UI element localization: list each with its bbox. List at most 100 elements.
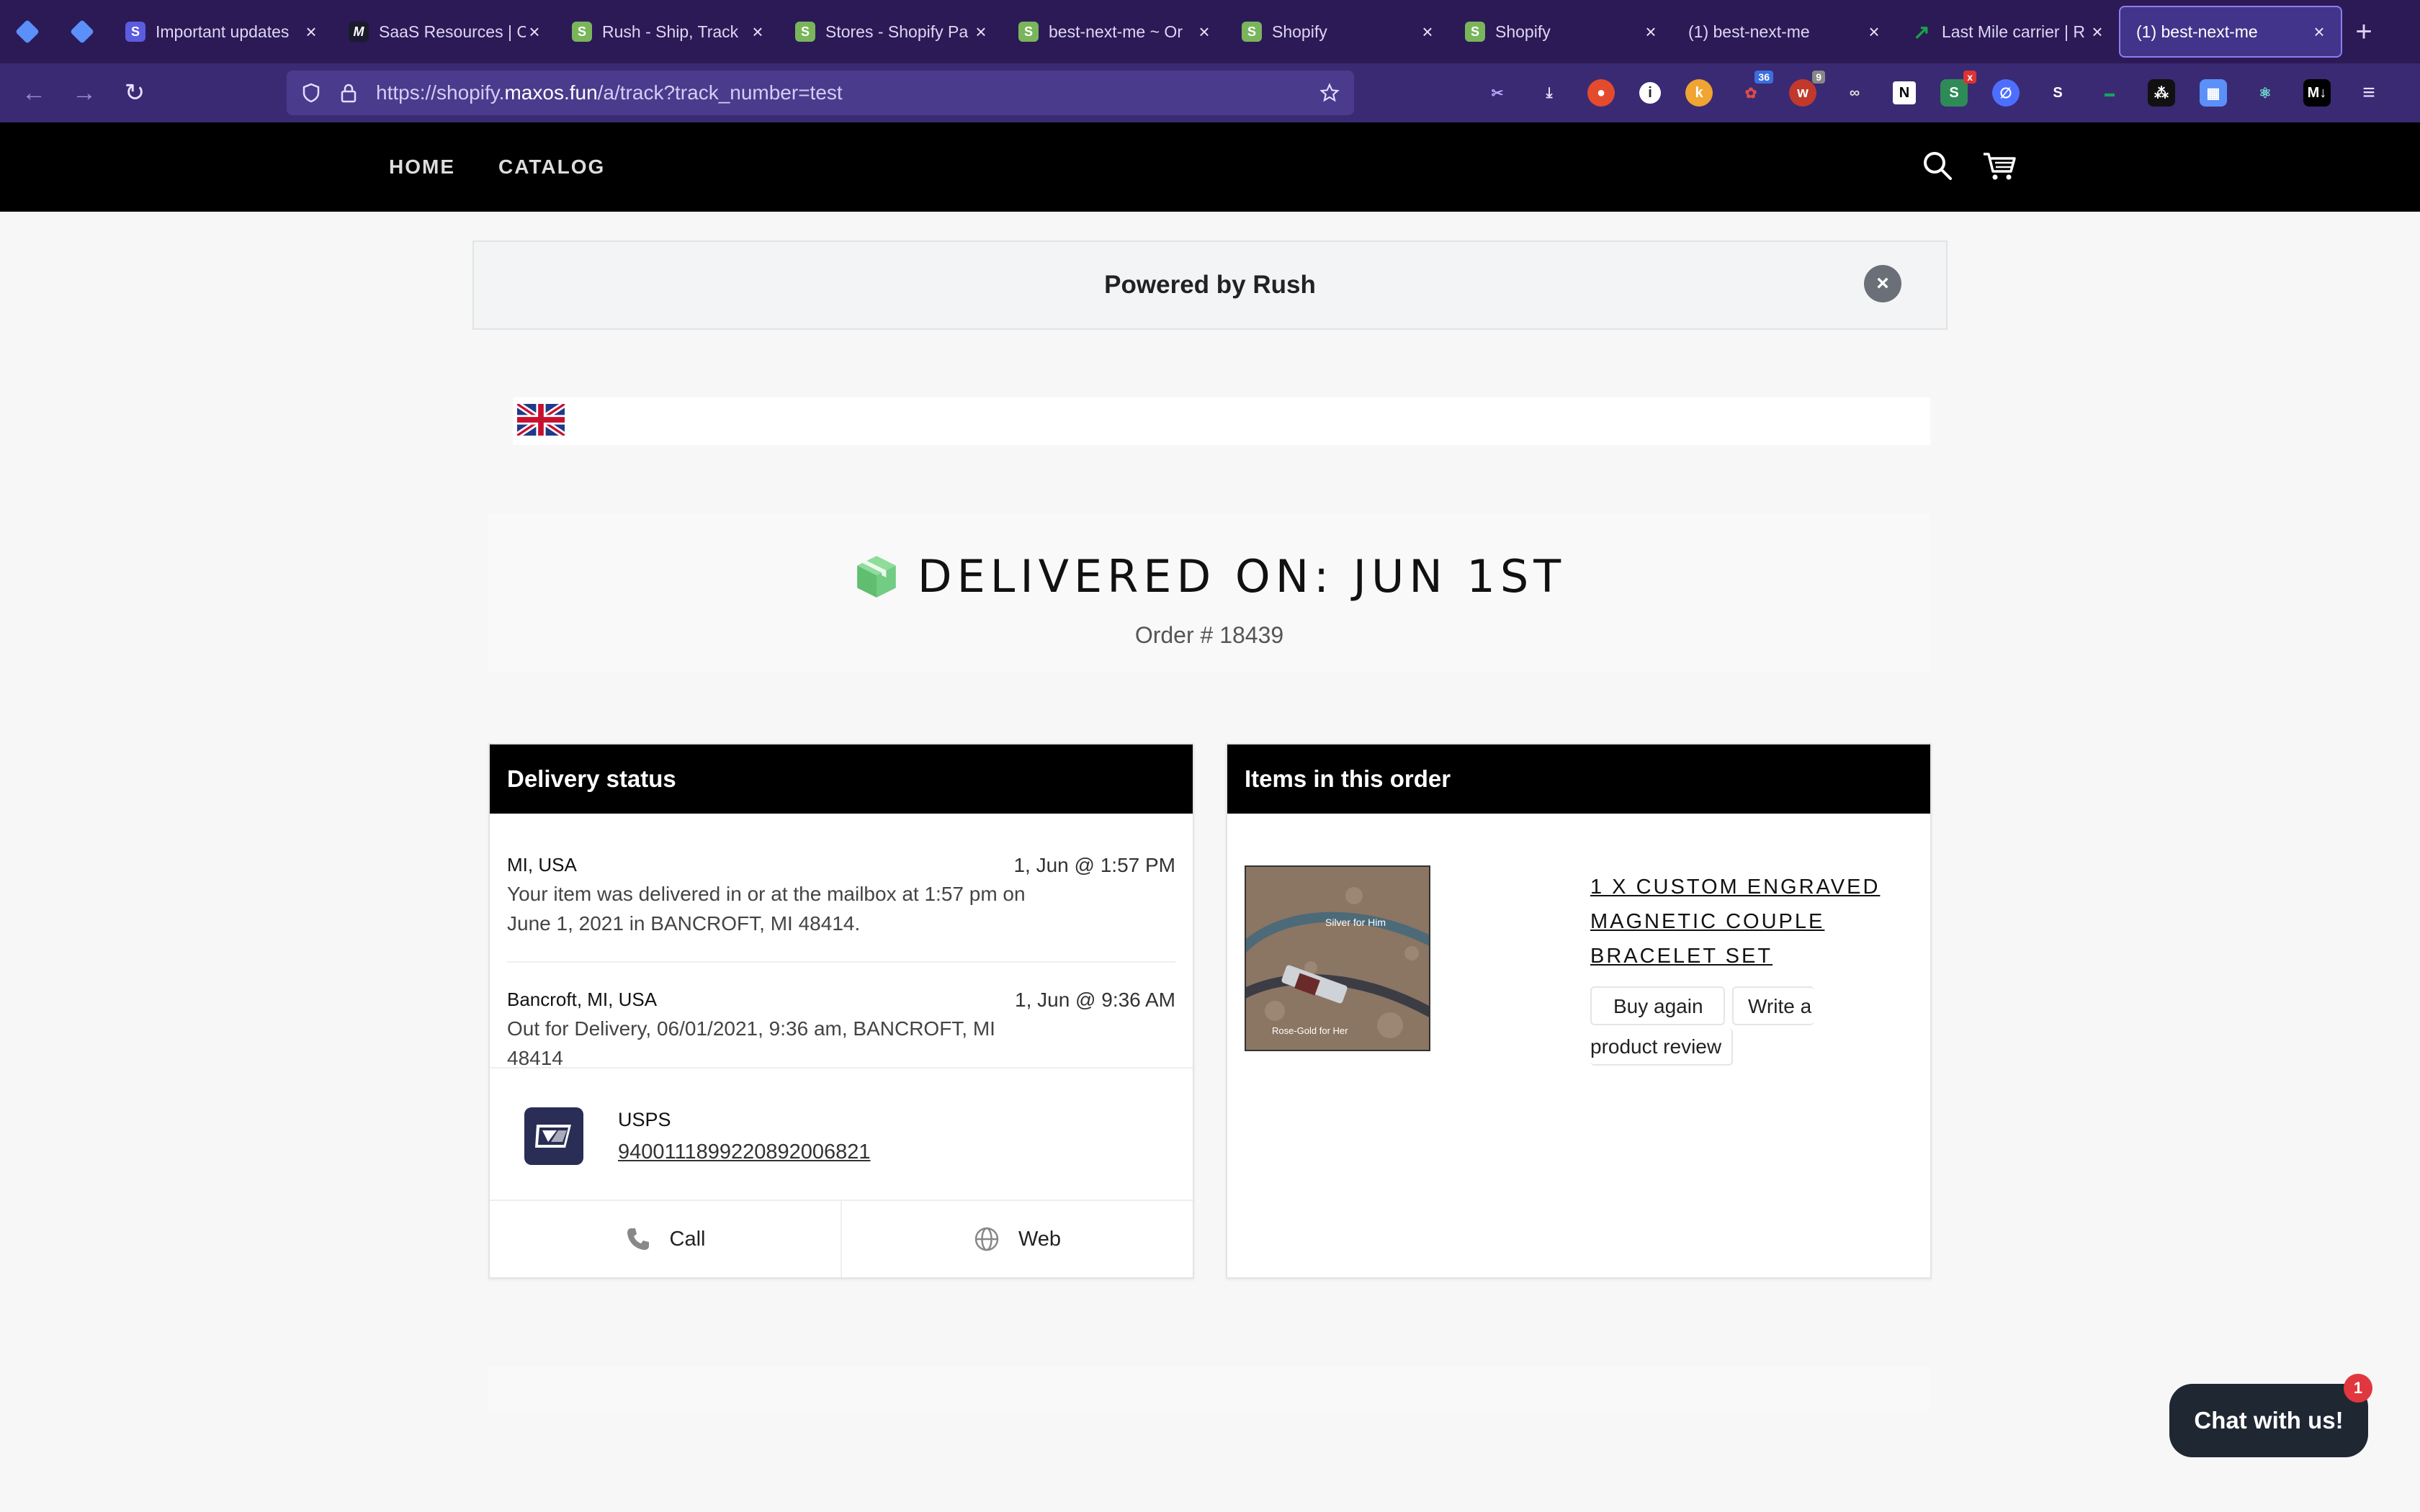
delivery-status-heading: Delivery status: [490, 744, 1193, 814]
download-icon[interactable]: ⤓: [1536, 79, 1563, 107]
forward-arrow-icon[interactable]: →: [59, 79, 109, 107]
extension-badge: 9: [1812, 71, 1825, 84]
buy-again-button[interactable]: Buy again: [1590, 986, 1725, 1025]
close-tab-icon[interactable]: ×: [2089, 21, 2106, 43]
write-review-button[interactable]: Write a: [1732, 986, 1815, 1025]
tracking-number-link[interactable]: 9400111899220892006821: [618, 1140, 871, 1164]
tab-label: Shopify: [1272, 22, 1327, 41]
tab-label: Important updates: [156, 22, 290, 41]
browser-tab-active[interactable]: (1) best-next-me ×: [2119, 6, 2342, 58]
shopify-favicon-icon: S: [572, 22, 592, 42]
close-tab-icon[interactable]: ×: [749, 21, 766, 43]
extension-icon[interactable]: Sx: [1940, 71, 1976, 107]
notion-icon[interactable]: N: [1893, 81, 1916, 104]
close-tab-icon[interactable]: ×: [1865, 21, 1883, 43]
close-tab-icon[interactable]: ×: [2311, 21, 2328, 43]
nav-link-catalog[interactable]: CATALOG: [498, 156, 605, 179]
delivery-status-card: Delivery status MI, USA 1, Jun @ 1:57 PM…: [488, 743, 1194, 1279]
browser-tab[interactable]: S Shopify ×: [1226, 0, 1449, 63]
address-bar[interactable]: https://shopify.maxos.fun/a/track?track_…: [287, 71, 1354, 115]
order-number: Order # 18439: [1134, 622, 1284, 648]
extension-icon[interactable]: ▬: [2096, 79, 2123, 107]
items-heading: Items in this order: [1227, 744, 1930, 814]
tracking-events-list[interactable]: MI, USA 1, Jun @ 1:57 PM Your item was d…: [490, 814, 1193, 1067]
tracking-summary: DELIVERED ON: JUN 1ST Order # 18439: [488, 514, 1930, 672]
jira-icon: [70, 19, 94, 44]
tracking-event: MI, USA 1, Jun @ 1:57 PM Your item was d…: [507, 814, 1175, 963]
extension-icon[interactable]: ✿ 36: [1737, 71, 1773, 107]
site-header: HOME CATALOG: [0, 122, 2420, 212]
markdown-icon[interactable]: M↓: [2303, 79, 2331, 107]
web-button[interactable]: Web: [841, 1201, 1193, 1277]
browser-nav-bar: ← → ↻ https://shopify.maxos.fun/a/track?…: [0, 63, 2420, 122]
powered-by-text: Powered by Rush: [1104, 271, 1316, 299]
close-tab-icon[interactable]: ×: [302, 21, 320, 43]
back-arrow-icon[interactable]: ←: [9, 79, 59, 107]
language-selector[interactable]: [513, 397, 1930, 445]
search-icon[interactable]: [1922, 150, 1958, 186]
saas-favicon-icon: M: [349, 22, 369, 42]
phone-icon: [627, 1228, 649, 1250]
browser-tab[interactable]: S Shopify ×: [1449, 0, 1672, 63]
event-time: 1, Jun @ 1:57 PM: [1013, 854, 1175, 876]
call-button[interactable]: Call: [490, 1201, 841, 1277]
pinned-tab-jira[interactable]: [0, 0, 55, 63]
globe-icon: [974, 1227, 999, 1251]
screenshot-extension-icon[interactable]: ✂: [1484, 79, 1511, 107]
last-mile-favicon-icon: ↗: [1913, 20, 1930, 43]
browser-tab[interactable]: M SaaS Resources | C ×: [333, 0, 556, 63]
info-extension-icon[interactable]: i: [1639, 82, 1661, 104]
glasses-extension-icon[interactable]: ∞: [1841, 79, 1868, 107]
browser-tab[interactable]: S Stores - Shopify Pa ×: [779, 0, 1003, 63]
tab-label: Stores - Shopify Pa: [825, 22, 969, 41]
browser-tab[interactable]: S best-next-me ~ Or ×: [1003, 0, 1226, 63]
tab-label: (1) best-next-me: [1688, 22, 1810, 41]
close-tab-icon[interactable]: ×: [972, 21, 990, 43]
new-tab-button[interactable]: +: [2342, 16, 2385, 48]
menu-icon[interactable]: ≡: [2355, 79, 2383, 107]
close-tab-icon[interactable]: ×: [1196, 21, 1213, 43]
lock-icon[interactable]: [339, 83, 359, 103]
tab-label: SaaS Resources | C: [379, 22, 526, 41]
nav-link-home[interactable]: HOME: [389, 156, 455, 179]
delivered-heading: DELIVERED ON: JUN 1ST: [488, 550, 1930, 603]
write-review-button-continued[interactable]: product review: [1590, 1028, 1734, 1066]
reload-icon[interactable]: ↻: [109, 78, 160, 107]
extension-badge: x: [1963, 71, 1976, 84]
browser-tab[interactable]: S Rush - Ship, Track ×: [556, 0, 779, 63]
call-label: Call: [669, 1227, 706, 1251]
extension-icon[interactable]: w9: [1789, 71, 1825, 107]
cart-icon[interactable]: [1982, 150, 2018, 186]
chat-label: Chat with us!: [2194, 1407, 2344, 1434]
close-banner-icon[interactable]: ×: [1864, 265, 1901, 302]
extension-icon[interactable]: S: [2044, 79, 2071, 107]
shopify-favicon-icon: S: [1018, 22, 1039, 42]
close-tab-icon[interactable]: ×: [526, 21, 543, 43]
extension-badge: 36: [1754, 71, 1773, 84]
product-image[interactable]: Silver for Him Rose-Gold for Her: [1245, 865, 1430, 1051]
image-caption-top: Silver for Him: [1325, 917, 1386, 928]
chat-button[interactable]: Chat with us! 1: [2169, 1374, 2372, 1457]
event-time: 1, Jun @ 9:36 AM: [1015, 989, 1175, 1011]
url-text[interactable]: https://shopify.maxos.fun/a/track?track_…: [376, 81, 1319, 104]
shield-icon[interactable]: [301, 83, 321, 103]
tab-label: Rush - Ship, Track: [602, 22, 739, 41]
extension-icon[interactable]: ∅: [1992, 79, 2020, 107]
close-tab-icon[interactable]: ×: [1642, 21, 1659, 43]
chat-notification-badge: 1: [2344, 1374, 2372, 1403]
extension-icon[interactable]: ●: [1587, 79, 1615, 107]
product-title-link[interactable]: 1 X CUSTOM ENGRAVED MAGNETIC COUPLE BRAC…: [1590, 870, 1893, 973]
powered-by-banner: Powered by Rush ×: [472, 240, 1948, 330]
extension-icon[interactable]: ▦: [2200, 79, 2227, 107]
uk-flag-icon[interactable]: [515, 400, 567, 439]
bookmark-star-icon[interactable]: [1319, 83, 1340, 103]
react-icon[interactable]: ⚛: [2251, 79, 2279, 107]
extension-icon[interactable]: k: [1685, 79, 1713, 107]
extension-icon[interactable]: ⁂: [2148, 79, 2175, 107]
shopify-favicon-icon: S: [1242, 22, 1262, 42]
close-tab-icon[interactable]: ×: [1419, 21, 1436, 43]
browser-tab[interactable]: ↗ Last Mile carrier | R ×: [1896, 0, 2119, 63]
pinned-tab-jira-2[interactable]: [55, 0, 109, 63]
browser-tab[interactable]: S Important updates ×: [109, 0, 333, 63]
browser-tab[interactable]: (1) best-next-me ×: [1672, 0, 1896, 63]
